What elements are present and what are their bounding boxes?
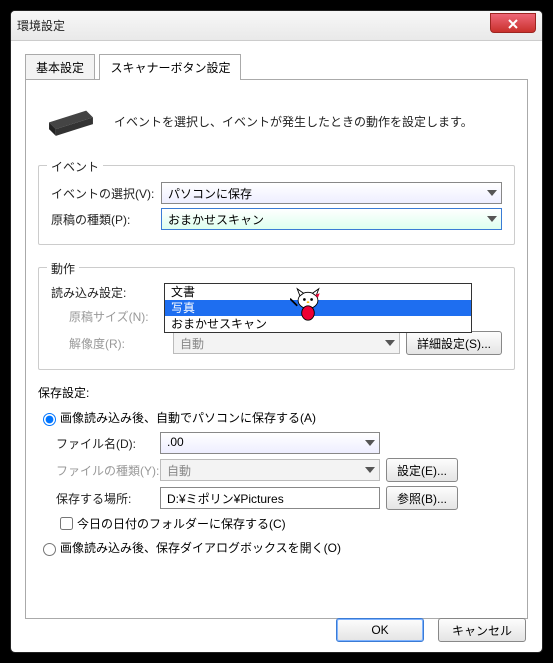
res-label: 解像度(R): <box>69 335 173 352</box>
detail-settings-button[interactable]: 詳細設定(S)... <box>406 331 502 355</box>
save-title: 保存設定: <box>38 384 515 401</box>
content-area: 基本設定 スキャナーボタン設定 イベントを選択し、イベントが発生したときの動作を… <box>11 41 542 627</box>
dialog-window: 環境設定 基本設定 スキャナーボタン設定 イベントを選択し、イベントが発生したと… <box>10 10 543 653</box>
date-folder-label: 今日の日付のフォルダーに保存する(C) <box>77 515 286 532</box>
filename-value: .00 <box>167 435 184 449</box>
dialog-footer: OK キャンセル <box>330 618 526 642</box>
event-select-value: パソコンに保存 <box>168 187 252 201</box>
tab-strip: 基本設定 スキャナーボタン設定 イベントを選択し、イベントが発生したときの動作を… <box>25 53 528 619</box>
res-combo: 自動 <box>173 332 400 354</box>
ok-button[interactable]: OK <box>336 618 424 642</box>
filename-label: ファイル名(D): <box>56 435 160 452</box>
event-select-combo[interactable]: パソコンに保存 <box>161 182 502 204</box>
tab-scanner[interactable]: スキャナーボタン設定 <box>99 54 241 80</box>
titlebar: 環境設定 <box>11 11 542 41</box>
doc-type-label: 原稿の種類(P): <box>51 211 161 228</box>
radio-auto-label: 画像読み込み後、自動でパソコンに保存する(A) <box>60 409 316 426</box>
close-button[interactable] <box>490 13 536 33</box>
location-field[interactable]: D:¥ミポリン¥Pictures <box>160 487 380 509</box>
chevron-down-icon <box>365 467 375 473</box>
doc-type-combo[interactable]: おまかせスキャン <box>161 208 502 230</box>
action-legend: 動作 <box>47 260 79 277</box>
intro-row: イベントを選択し、イベントが発生したときの動作を設定します。 <box>44 98 515 145</box>
cursor-icon <box>290 286 326 327</box>
filename-combo[interactable]: .00 <box>160 432 380 454</box>
date-folder-checkbox[interactable] <box>60 517 73 530</box>
cancel-button[interactable]: キャンセル <box>438 618 526 642</box>
res-value: 自動 <box>180 337 204 351</box>
filetype-value: 自動 <box>167 464 191 478</box>
chevron-down-icon <box>365 440 375 446</box>
save-group: 保存設定: 画像読み込み後、自動でパソコンに保存する(A) ファイル名(D): … <box>38 384 515 556</box>
radio-dialog-label: 画像読み込み後、保存ダイアログボックスを開く(O) <box>60 539 341 556</box>
window-title: 環境設定 <box>17 17 65 34</box>
tab-panel: イベントを選択し、イベントが発生したときの動作を設定します。 イベント イベント… <box>25 79 528 619</box>
intro-text: イベントを選択し、イベントが発生したときの動作を設定します。 <box>114 113 473 130</box>
radio-auto-save[interactable] <box>43 413 56 426</box>
chevron-down-icon <box>487 216 497 222</box>
doc-type-value: おまかせスキャン <box>168 213 264 227</box>
scanner-icon <box>44 98 98 145</box>
size-label: 原稿サイズ(N): <box>69 308 173 325</box>
filetype-settings-button[interactable]: 設定(E)... <box>386 458 458 482</box>
event-legend: イベント <box>47 158 103 175</box>
location-label: 保存する場所: <box>56 490 160 507</box>
chevron-down-icon <box>487 190 497 196</box>
tab-basic[interactable]: 基本設定 <box>25 54 95 80</box>
event-select-label: イベントの選択(V): <box>51 185 161 202</box>
filetype-label: ファイルの種類(Y): <box>56 462 160 479</box>
filetype-combo: 自動 <box>160 459 380 481</box>
browse-button[interactable]: 参照(B)... <box>386 486 458 510</box>
location-value: D:¥ミポリン¥Pictures <box>167 492 284 506</box>
radio-dialog[interactable] <box>43 543 56 556</box>
read-settings-label: 読み込み設定: <box>51 284 126 301</box>
chevron-down-icon <box>385 340 395 346</box>
event-fieldset: イベント イベントの選択(V): パソコンに保存 原稿の種類(P): おまかせス… <box>38 165 515 245</box>
